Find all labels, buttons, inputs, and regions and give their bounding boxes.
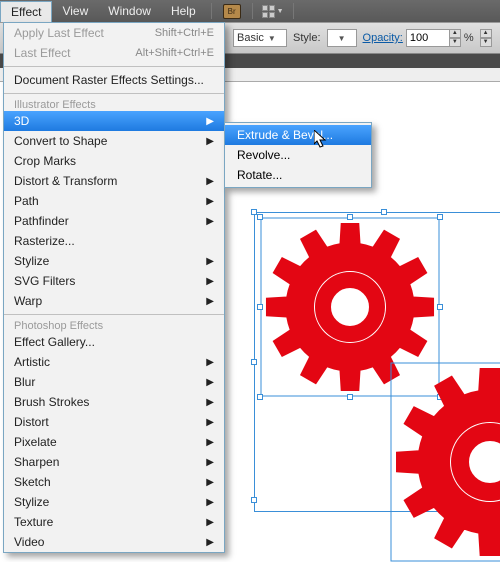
selection-handle[interactable] — [257, 214, 263, 220]
selection-handle[interactable] — [257, 394, 263, 400]
chevron-down-icon: ▼ — [277, 8, 284, 15]
submenu-arrow-icon: ▶ — [206, 116, 214, 127]
selection-handle[interactable] — [251, 359, 257, 365]
photoshop-effects-header: Photoshop Effects — [4, 318, 224, 332]
selection-handle[interactable] — [251, 497, 257, 503]
menu-item[interactable]: Stylize▶ — [4, 251, 224, 271]
menu-view[interactable]: View — [52, 0, 98, 22]
menu-item[interactable]: Pathfinder▶ — [4, 211, 224, 231]
arrange-button[interactable]: ▼ — [261, 2, 285, 20]
menu-item[interactable]: SVG Filters▶ — [4, 271, 224, 291]
menu-item[interactable]: Video▶ — [4, 532, 224, 552]
selection-handle[interactable] — [437, 304, 443, 310]
menu-item[interactable]: Stylize▶ — [4, 492, 224, 512]
menu-item[interactable]: Pixelate▶ — [4, 432, 224, 452]
opacity-input[interactable] — [406, 29, 450, 47]
gear-shape[interactable] — [390, 362, 500, 562]
submenu-arrow-icon: ▶ — [206, 517, 214, 528]
separator — [252, 3, 253, 19]
separator — [211, 3, 212, 19]
percent-label: % — [464, 32, 474, 44]
submenu-arrow-icon: ▶ — [206, 276, 214, 287]
submenu-arrow-icon: ▶ — [206, 477, 214, 488]
menu-item[interactable]: Warp▶ — [4, 291, 224, 311]
menu-item[interactable]: Sharpen▶ — [4, 452, 224, 472]
menu-raster-settings[interactable]: Document Raster Effects Settings... — [4, 70, 224, 90]
menu-apply-last-effect: Apply Last EffectShift+Ctrl+E — [4, 23, 224, 43]
separator — [4, 314, 224, 315]
separator — [293, 3, 294, 19]
selection-handle[interactable] — [347, 394, 353, 400]
menu-item[interactable]: Effect Gallery... — [4, 332, 224, 352]
selection-handle[interactable] — [437, 214, 443, 220]
opacity-label[interactable]: Opacity: — [363, 32, 403, 44]
submenu-arrow-icon: ▶ — [206, 537, 214, 548]
selection-handle[interactable] — [347, 214, 353, 220]
menu-item[interactable]: Convert to Shape▶ — [4, 131, 224, 151]
grid-icon — [262, 5, 275, 18]
menu-effect[interactable]: Effect — [0, 1, 52, 23]
submenu-arrow-icon: ▶ — [206, 357, 214, 368]
next-spinner[interactable]: ▲▼ — [480, 29, 492, 47]
submenu-arrow-icon: ▶ — [206, 417, 214, 428]
menu-item[interactable]: Sketch▶ — [4, 472, 224, 492]
menu-item[interactable]: Crop Marks — [4, 151, 224, 171]
chevron-down-icon: ▼ — [268, 34, 276, 43]
submenu-arrow-icon: ▶ — [206, 216, 214, 227]
submenu-arrow-icon: ▶ — [206, 497, 214, 508]
menu-item[interactable]: Texture▶ — [4, 512, 224, 532]
menu-last-effect: Last EffectAlt+Shift+Ctrl+E — [4, 43, 224, 63]
submenu-arrow-icon: ▶ — [206, 196, 214, 207]
menu-item[interactable]: Distort▶ — [4, 412, 224, 432]
submenu-arrow-icon: ▶ — [206, 176, 214, 187]
menu-item[interactable]: Artistic▶ — [4, 352, 224, 372]
chevron-down-icon: ▼ — [338, 34, 346, 43]
submenu-arrow-icon: ▶ — [206, 256, 214, 267]
menubar: Effect View Window Help Br ▼ — [0, 0, 500, 22]
submenu-arrow-icon: ▶ — [206, 397, 214, 408]
style-label: Style: — [293, 32, 321, 44]
opacity-spinner[interactable]: ▲▼ — [449, 29, 461, 47]
brush-combo[interactable]: Basic▼ — [233, 29, 287, 47]
menu-item[interactable]: Distort & Transform▶ — [4, 171, 224, 191]
menu-help[interactable]: Help — [161, 0, 206, 22]
selection-handle[interactable] — [257, 304, 263, 310]
menu-item[interactable]: Rasterize... — [4, 231, 224, 251]
canvas[interactable] — [230, 82, 500, 500]
bridge-icon: Br — [223, 4, 241, 19]
style-combo[interactable]: ▼ — [327, 29, 357, 47]
menu-item[interactable]: 3D▶ — [4, 111, 224, 131]
submenu-arrow-icon: ▶ — [206, 377, 214, 388]
submenu-arrow-icon: ▶ — [206, 437, 214, 448]
menu-item[interactable]: Blur▶ — [4, 372, 224, 392]
menu-window[interactable]: Window — [98, 0, 161, 22]
submenu-arrow-icon: ▶ — [206, 296, 214, 307]
separator — [4, 66, 224, 67]
separator — [4, 93, 224, 94]
menu-item[interactable]: Path▶ — [4, 191, 224, 211]
selection-handle[interactable] — [381, 209, 387, 215]
submenu-arrow-icon: ▶ — [206, 136, 214, 147]
illustrator-effects-header: Illustrator Effects — [4, 97, 224, 111]
effect-menu-dropdown: Apply Last EffectShift+Ctrl+E Last Effec… — [3, 22, 225, 553]
bridge-button[interactable]: Br — [220, 2, 244, 20]
submenu-arrow-icon: ▶ — [206, 457, 214, 468]
menu-item[interactable]: Brush Strokes▶ — [4, 392, 224, 412]
